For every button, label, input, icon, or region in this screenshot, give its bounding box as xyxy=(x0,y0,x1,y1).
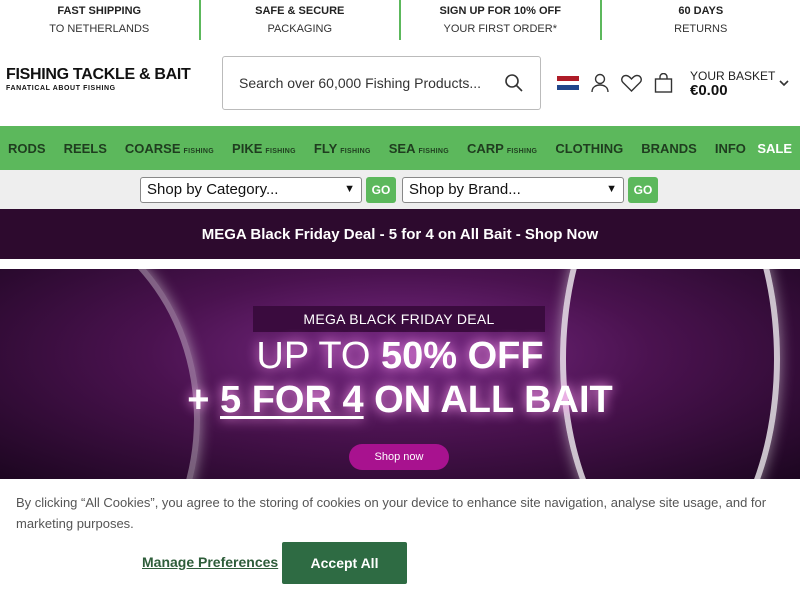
category-go-button[interactable]: GO xyxy=(366,176,396,203)
shop-now-button[interactable]: Shop now xyxy=(349,444,449,470)
nav-label: CARP xyxy=(466,140,504,156)
usp-returns[interactable]: 60 DAYS RETURNS xyxy=(602,0,800,40)
usp-signup[interactable]: SIGN UP FOR 10% OFF YOUR FIRST ORDER* xyxy=(401,0,602,40)
nav-suffix: FISHING xyxy=(340,147,371,155)
nav-clothing[interactable]: CLOTHING xyxy=(555,141,623,156)
usp-sub: TO NETHERLANDS xyxy=(49,23,150,35)
accept-all-button[interactable]: Accept All xyxy=(282,542,407,584)
nav-sea[interactable]: SEA FISHING xyxy=(389,141,449,156)
basket-title: YOUR BASKET xyxy=(690,69,776,83)
nav-label: RODS xyxy=(8,140,46,156)
nav-label: REELS xyxy=(63,140,107,156)
banner-headline-1b: 50% OFF xyxy=(381,335,544,377)
usp-sub: RETURNS xyxy=(674,23,728,35)
usp-title: SIGN UP FOR 10% OFF xyxy=(439,5,561,17)
banner-headline-1: UP TO 50% OFF xyxy=(0,335,800,378)
usp-shipping[interactable]: FAST SHIPPING TO NETHERLANDS xyxy=(0,0,201,40)
brand-select[interactable]: Shop by Brand... ▼ xyxy=(402,176,624,203)
chevron-down-icon: ▼ xyxy=(344,182,355,195)
nav-reels[interactable]: REELS xyxy=(64,141,107,156)
logo-title: FISHING TACKLE & BAIT xyxy=(6,66,191,83)
category-select-value: Shop by Category... xyxy=(147,181,279,198)
search-input[interactable]: Search over 60,000 Fishing Products... xyxy=(222,56,541,110)
cookie-banner: By clicking “All Cookies”, you agree to … xyxy=(0,479,800,600)
category-select[interactable]: Shop by Category... ▼ xyxy=(140,176,362,203)
nav-label: COARSE xyxy=(124,140,181,156)
promo-text: MEGA Black Friday Deal - 5 for 4 on All … xyxy=(201,225,599,243)
logo-tagline: FANATICAL ABOUT FISHING xyxy=(6,85,116,92)
nav-brands[interactable]: BRANDS xyxy=(641,141,697,156)
usp-bar: FAST SHIPPING TO NETHERLANDS SAFE & SECUR… xyxy=(0,0,800,40)
banner-deal-label: MEGA BLACK FRIDAY DEAL xyxy=(253,306,545,332)
main-nav: RODS REELS COARSE FISHING PIKE FISHING FLY… xyxy=(0,126,800,170)
nav-sale[interactable]: SALE xyxy=(757,141,792,156)
nav-pike[interactable]: PIKE FISHING xyxy=(232,141,296,156)
search-placeholder: Search over 60,000 Fishing Products... xyxy=(239,75,482,91)
nav-suffix: FISHING xyxy=(265,147,296,155)
nav-label: CLOTHING xyxy=(555,140,624,156)
usp-sub: PACKAGING xyxy=(267,23,333,35)
site-header: FISHING TACKLE & BAIT FANATICAL ABOUT FI… xyxy=(0,40,800,126)
nav-suffix: FISHING xyxy=(183,147,215,155)
nav-fly[interactable]: FLY FISHING xyxy=(314,141,371,156)
netherlands-flag-icon[interactable] xyxy=(557,76,579,90)
nav-coarse[interactable]: COARSE FISHING xyxy=(125,141,214,156)
basket-icon[interactable] xyxy=(654,73,673,93)
basket-amount: €0.00 xyxy=(690,82,728,99)
chevron-down-icon[interactable] xyxy=(779,80,789,87)
nav-label: PIKE xyxy=(232,140,263,156)
brand-select-value: Shop by Brand... xyxy=(409,181,521,198)
search-icon[interactable] xyxy=(504,73,524,93)
usp-sub: YOUR FIRST ORDER* xyxy=(443,23,557,35)
promo-strip[interactable]: MEGA Black Friday Deal - 5 for 4 on All … xyxy=(0,209,800,259)
banner-headline-2a: + xyxy=(187,379,221,421)
nav-suffix: FISHING xyxy=(418,147,449,155)
nav-info[interactable]: INFO xyxy=(715,141,746,156)
nav-suffix: FISHING xyxy=(506,147,538,155)
nav-rods[interactable]: RODS xyxy=(8,141,46,156)
nav-label: SEA xyxy=(388,140,416,156)
usp-title: SAFE & SECURE xyxy=(255,5,345,17)
cookie-text: By clicking “All Cookies”, you agree to … xyxy=(16,495,767,531)
usp-title: 60 DAYS xyxy=(678,5,724,17)
brand-go-button[interactable]: GO xyxy=(628,176,658,203)
heart-icon[interactable] xyxy=(621,74,642,92)
nav-label: INFO xyxy=(714,140,746,156)
manage-preferences-link[interactable]: Manage Preferences xyxy=(142,554,278,570)
account-icon[interactable] xyxy=(590,73,610,93)
banner-headline-2b: 5 FOR 4 xyxy=(220,379,364,421)
nav-carp[interactable]: CARP FISHING xyxy=(467,141,537,156)
nav-label: BRANDS xyxy=(641,140,697,156)
site-logo[interactable]: FISHING TACKLE & BAIT FANATICAL ABOUT FI… xyxy=(6,66,196,98)
banner-headline-1a: UP TO xyxy=(256,335,381,377)
shop-by-bar: Shop by Category... ▼ GO Shop by Brand...… xyxy=(0,170,800,209)
usp-title: FAST SHIPPING xyxy=(57,5,142,17)
usp-packaging[interactable]: SAFE & SECURE PACKAGING xyxy=(201,0,401,40)
chevron-down-icon: ▼ xyxy=(606,182,617,195)
basket-summary[interactable]: YOUR BASKET €0.00 xyxy=(690,70,775,100)
hero-banner[interactable]: MEGA BLACK FRIDAY DEAL UP TO 50% OFF + 5… xyxy=(0,269,800,479)
nav-label: FLY xyxy=(313,140,338,156)
banner-headline-2c: ON ALL BAIT xyxy=(363,379,613,421)
banner-headline-2: + 5 FOR 4 ON ALL BAIT xyxy=(0,379,800,422)
